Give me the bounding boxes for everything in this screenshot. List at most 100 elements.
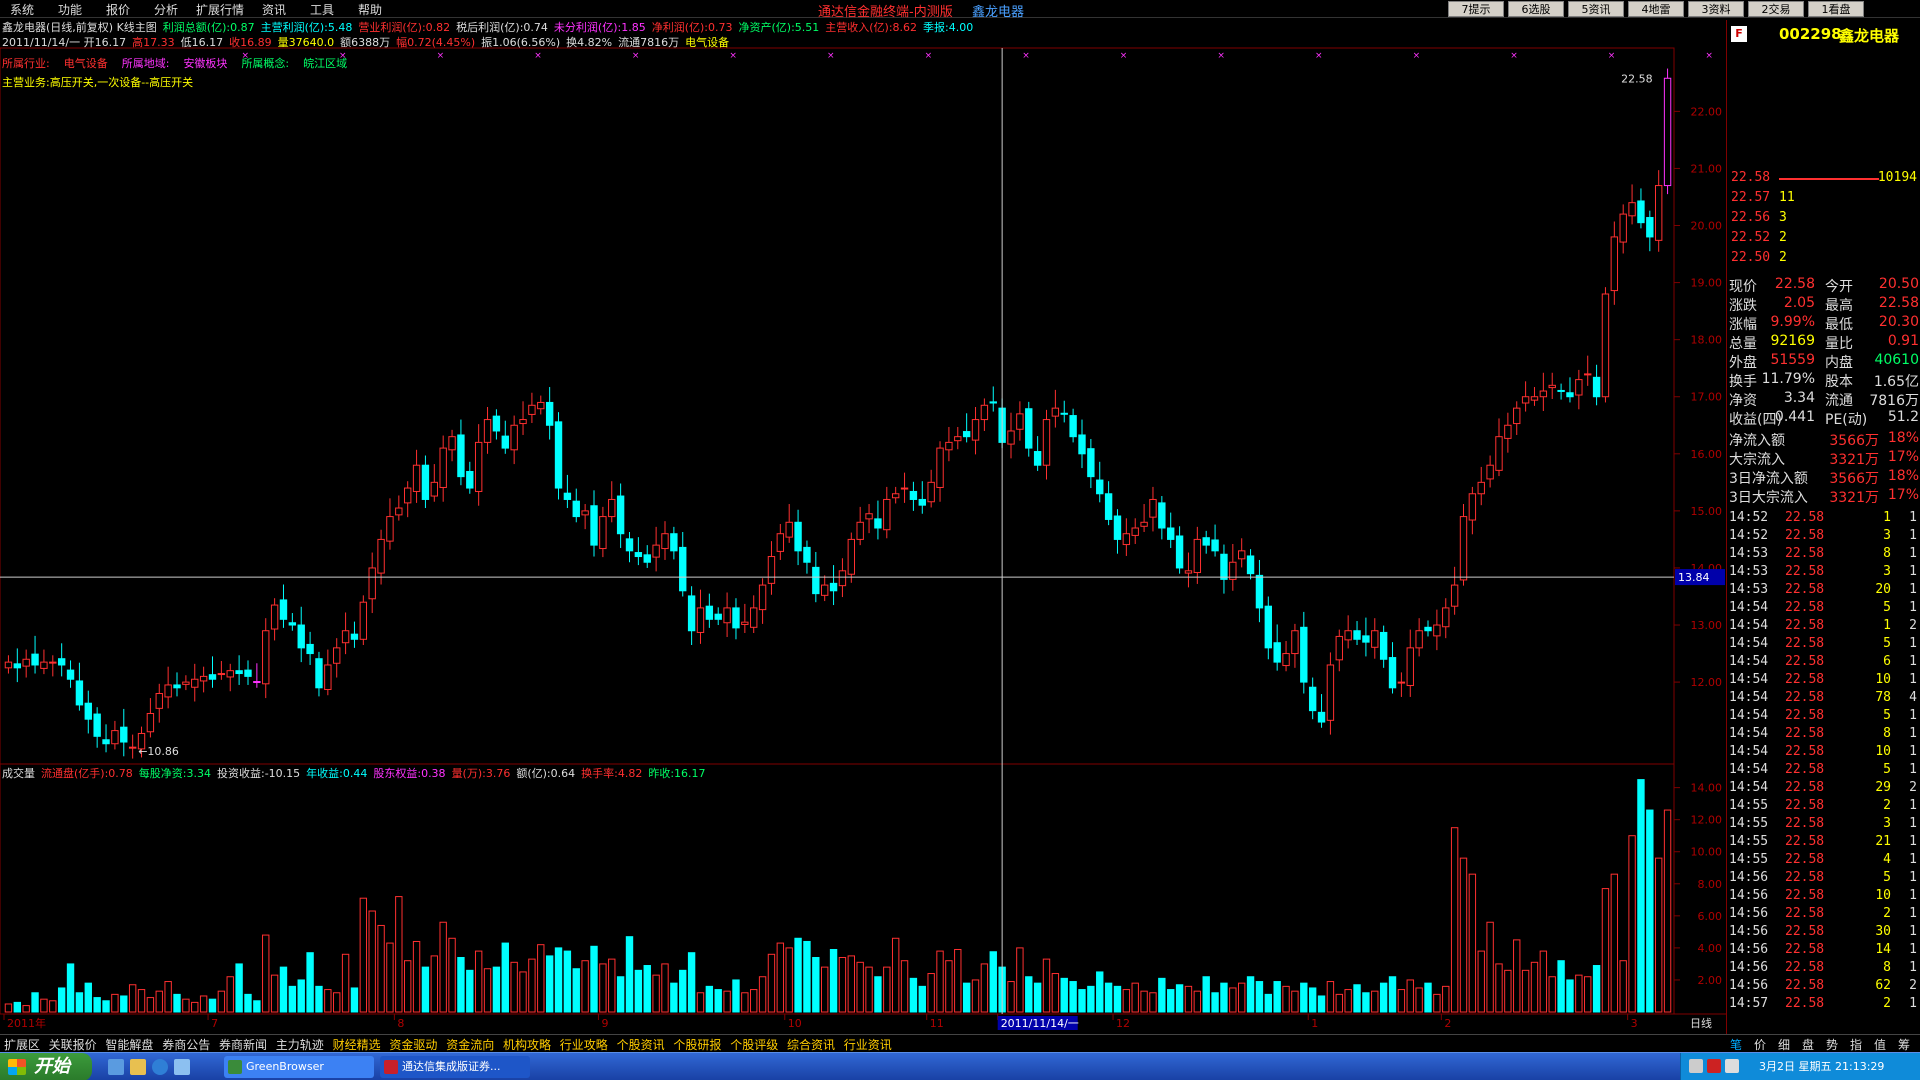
panel-tab[interactable]: 指 <box>1850 1036 1862 1053</box>
tick-price: 22.58 <box>1785 744 1825 759</box>
volume-bar <box>137 989 146 1013</box>
tick-volume: 2 <box>1883 798 1891 813</box>
panel-tab[interactable]: 势 <box>1826 1036 1838 1053</box>
volume-bar <box>395 896 403 1013</box>
bottom-tab[interactable]: 行业资讯 <box>844 1036 892 1053</box>
candle-body <box>262 630 270 685</box>
candle-body <box>341 630 350 644</box>
explorer-icon[interactable] <box>130 1059 146 1075</box>
volume-bar <box>1007 981 1015 1013</box>
volume-bar <box>829 948 838 1013</box>
bottom-tab[interactable]: 个股研报 <box>673 1036 721 1053</box>
candle-body <box>1530 396 1539 401</box>
event-marker: × <box>437 51 445 61</box>
quote-panel: F 002298 鑫龙电器 22.58 10194 22.57 11 22.56 3 22.… <box>1726 20 1920 1034</box>
bottom-tab[interactable]: 资金驱动 <box>389 1036 437 1053</box>
quote-key: 涨幅 <box>1729 317 1757 333</box>
media-icon[interactable] <box>174 1059 190 1075</box>
tick-volume: 30 <box>1875 924 1891 939</box>
greenbrowser-icon <box>228 1060 242 1074</box>
bottom-tab[interactable]: 主力轨迹 <box>276 1036 324 1053</box>
event-marker: × <box>1217 51 1225 61</box>
show-desktop-icon[interactable] <box>108 1059 124 1075</box>
panel-tab[interactable]: 价 <box>1754 1036 1766 1053</box>
volume-bar <box>457 957 465 1013</box>
bottom-tab[interactable]: 关联报价 <box>49 1036 97 1053</box>
quote-key: 内盘 <box>1825 355 1853 371</box>
tick-time: 14:54 <box>1729 636 1769 651</box>
tick-volume: 8 <box>1883 546 1891 561</box>
volume-bar <box>1353 984 1361 1013</box>
bottom-tab[interactable]: 券商公告 <box>162 1036 210 1053</box>
tick-row: 14:56 22.58 10 1 <box>1729 888 1919 906</box>
volume-bar <box>1122 989 1131 1013</box>
volume-tick-label: 6.00 <box>1698 910 1723 923</box>
kline-chart[interactable]: 12.0013.0014.0015.0016.0017.0018.0019.00… <box>0 0 1920 1034</box>
candle-body <box>883 498 891 531</box>
tick-count: 1 <box>1909 870 1917 885</box>
bottom-tab[interactable]: 智能解盘 <box>105 1036 153 1053</box>
tray-icon[interactable] <box>1707 1059 1721 1073</box>
candle-body <box>173 684 181 689</box>
candle-body <box>891 493 900 499</box>
tick-time: 14:54 <box>1729 654 1769 669</box>
taskbar-app-greenbrowser[interactable]: GreenBrowser <box>224 1056 374 1078</box>
bottom-tab[interactable]: 综合资讯 <box>787 1036 835 1053</box>
tick-time: 14:55 <box>1729 798 1769 813</box>
tick-price: 22.58 <box>1785 708 1825 723</box>
candle-body <box>1211 539 1219 552</box>
order-volume-bar <box>1779 178 1879 180</box>
candle-body <box>1521 396 1530 404</box>
volume-bar <box>750 989 758 1013</box>
volume-bar <box>1300 982 1308 1013</box>
bottom-tab[interactable]: 资金流向 <box>446 1036 494 1053</box>
candle-body <box>723 607 731 624</box>
volume-bar <box>590 945 598 1013</box>
panel-tab[interactable]: 笔 <box>1730 1036 1742 1053</box>
candle-body <box>1237 550 1246 560</box>
bottom-tab[interactable]: 券商新闻 <box>219 1036 267 1053</box>
quote-key: 总量 <box>1729 336 1757 352</box>
order-book-row: 22.56 3 <box>1731 210 1917 225</box>
tick-row: 14:54 22.58 10 1 <box>1729 744 1919 762</box>
bottom-tab[interactable]: 财经精选 <box>333 1036 381 1053</box>
candle-body <box>829 582 838 592</box>
tray-icon[interactable] <box>1689 1059 1703 1073</box>
tick-row: 14:56 22.58 2 1 <box>1729 906 1919 924</box>
candle-body <box>315 658 323 689</box>
panel-tab[interactable]: 细 <box>1778 1036 1790 1053</box>
volume-bar <box>909 977 918 1013</box>
ie-icon[interactable] <box>152 1059 168 1075</box>
volume-bar <box>1069 981 1077 1013</box>
bottom-tab[interactable]: 行业攻略 <box>560 1036 608 1053</box>
panel-tab[interactable]: 值 <box>1874 1036 1886 1053</box>
candle-body <box>652 544 660 558</box>
candle-body <box>971 419 980 441</box>
bottom-tab[interactable]: 个股资讯 <box>617 1036 665 1053</box>
bottom-tab[interactable]: 个股评级 <box>730 1036 778 1053</box>
tick-count: 1 <box>1909 636 1917 651</box>
tick-volume: 14 <box>1875 942 1891 957</box>
tick-row: 14:54 22.58 5 1 <box>1729 708 1919 726</box>
candle-body <box>439 447 447 488</box>
candle-body <box>1184 570 1193 574</box>
start-button[interactable]: 开始 <box>0 1053 92 1080</box>
volume-bar <box>448 937 456 1013</box>
candle-body <box>1308 686 1317 712</box>
volume-bar <box>1149 992 1157 1013</box>
tray-icon[interactable] <box>1725 1059 1739 1073</box>
event-marker: × <box>1120 51 1128 61</box>
quote-row: 换手 11.79% 股本 1.65亿 <box>1729 371 1919 390</box>
taskbar-app-tdx[interactable]: 通达信集成版证券... <box>380 1056 530 1078</box>
bottom-tab[interactable]: 机构攻略 <box>503 1036 551 1053</box>
volume-bar <box>812 957 820 1013</box>
volume-bar <box>120 995 128 1013</box>
quote-key: 涨跌 <box>1729 298 1757 314</box>
volume-bar <box>616 976 625 1013</box>
volume-bar <box>1308 987 1317 1013</box>
panel-tab[interactable]: 筹 <box>1898 1036 1910 1053</box>
bottom-tab[interactable]: 扩展区 <box>4 1036 40 1053</box>
candle-body <box>1504 424 1512 439</box>
panel-tab[interactable]: 盘 <box>1802 1036 1814 1053</box>
month-label: 7 <box>211 1017 218 1030</box>
